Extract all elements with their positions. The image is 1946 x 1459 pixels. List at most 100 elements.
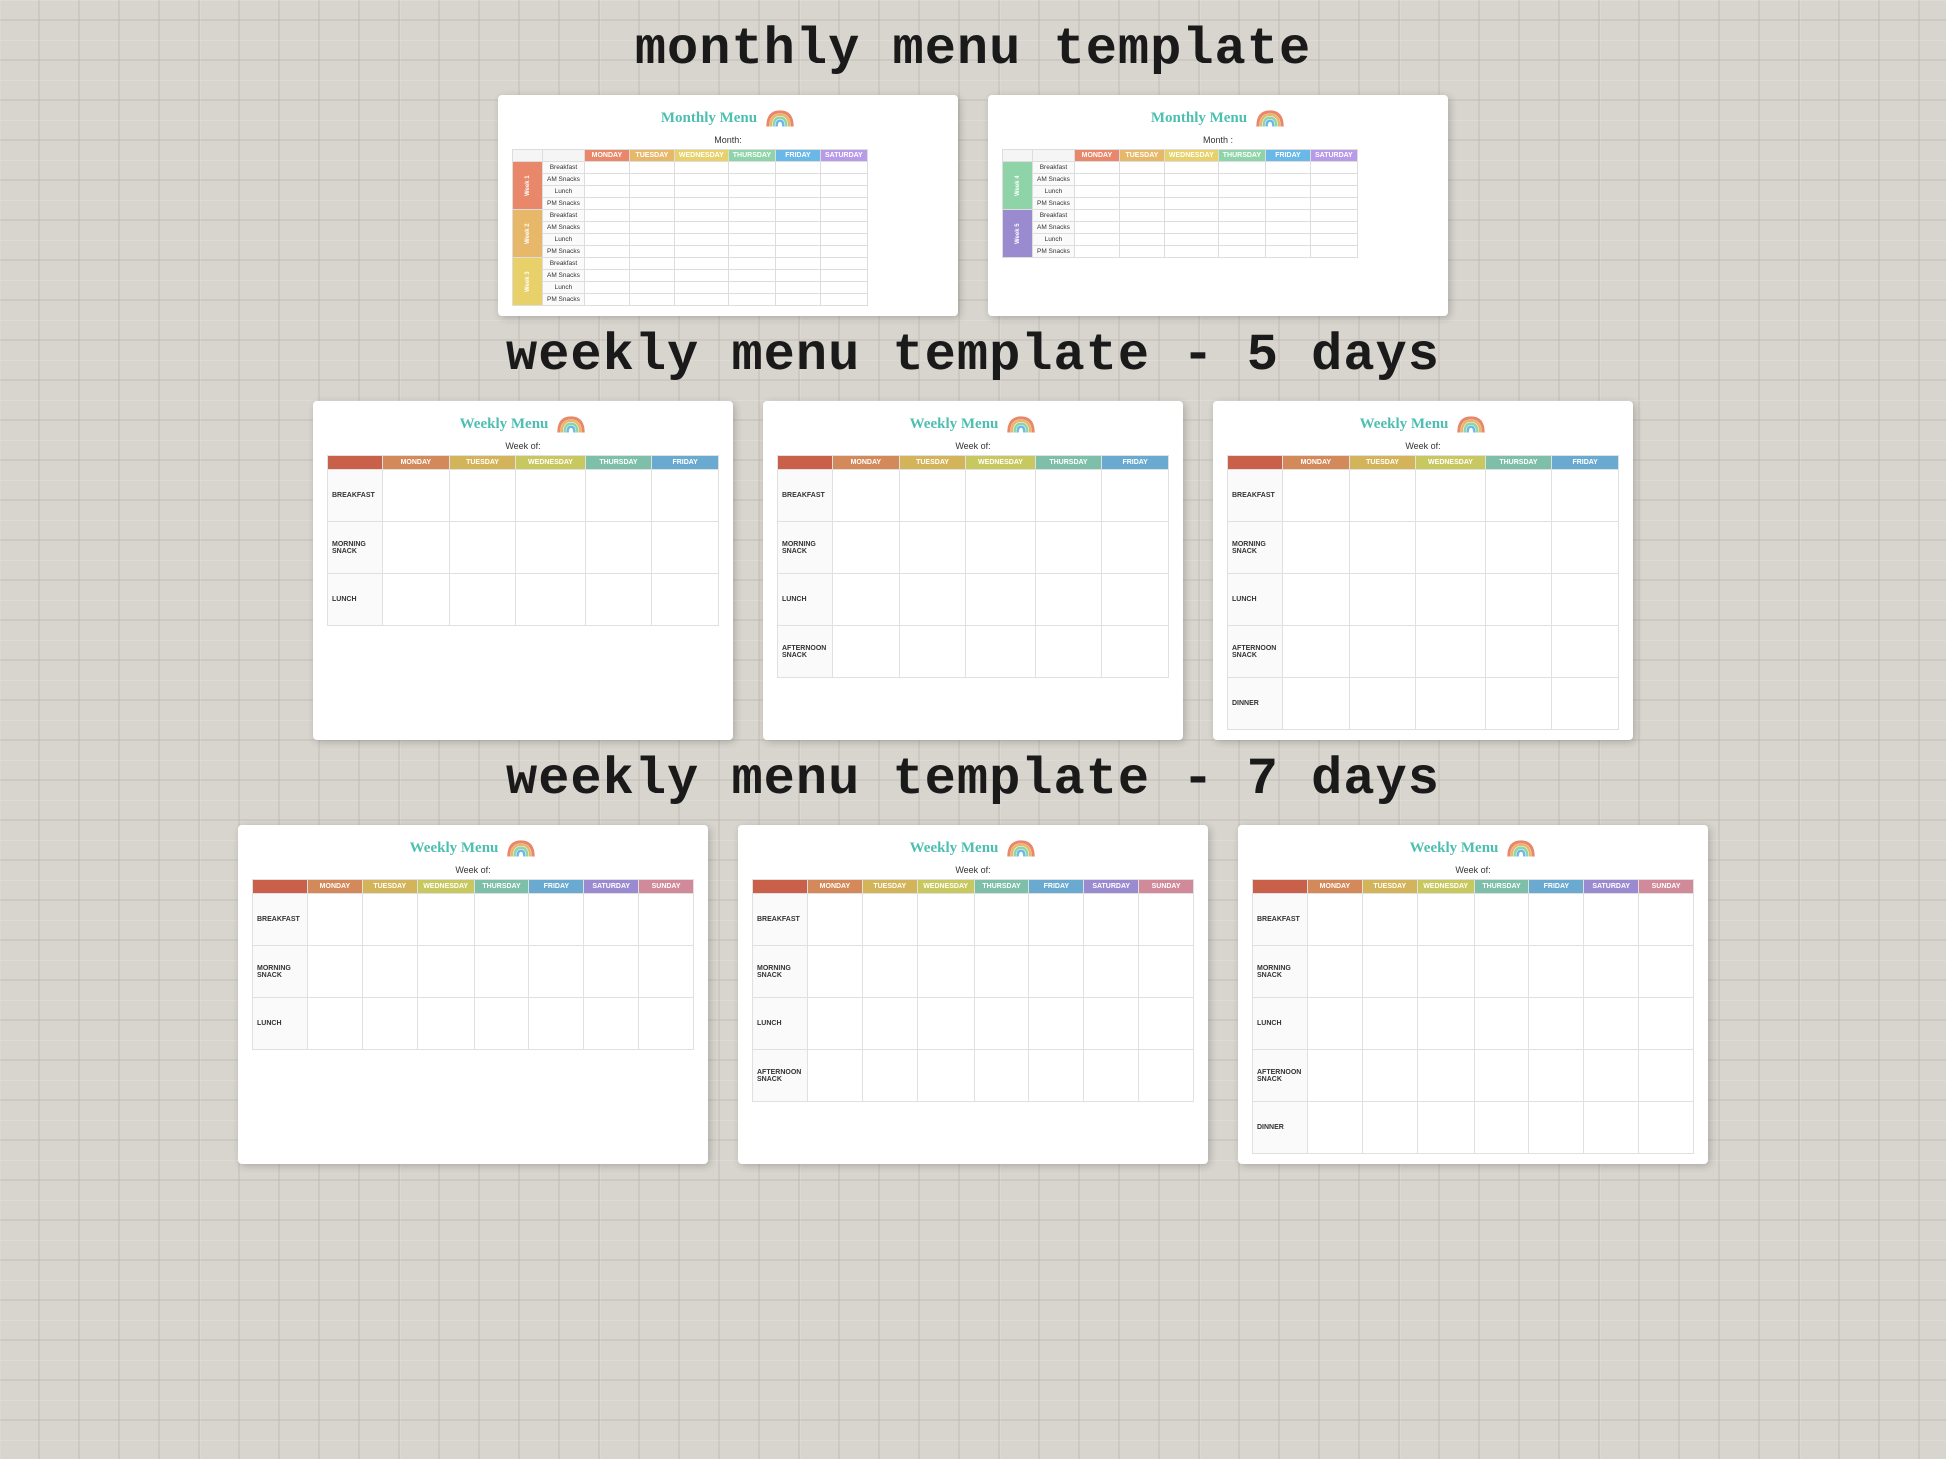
wt1-col-wed: WEDNESDAY — [516, 456, 585, 470]
weekly5-card-3: Weekly Menu Week of: MONDAY TUESD — [1213, 401, 1633, 740]
weekly5-card1-title: Weekly Menu — [460, 416, 549, 433]
w7t3-lunch: LUNCH — [1253, 998, 1308, 1050]
weekly7-title: weekly menu template - 7 days — [40, 750, 1906, 809]
monthly-card1-month-label: Month: — [512, 135, 944, 145]
weekly7-table-2: MONDAY TUESDAY WEDNESDAY THURSDAY FRIDAY… — [752, 879, 1194, 1102]
w7t1-col-wed: WEDNESDAY — [417, 880, 474, 894]
monthly-card-2: Monthly Menu Month : MONDAY — [988, 95, 1448, 316]
weekly5-title: weekly menu template - 5 days — [40, 326, 1906, 385]
w7t3-col-fri: FRIDAY — [1529, 880, 1584, 894]
wt2-col-empty — [778, 456, 833, 470]
wt2-col-tue: TUESDAY — [899, 456, 966, 470]
wt2-col-fri: FRIDAY — [1102, 456, 1169, 470]
weekly7-card1-weekof: Week of: — [252, 865, 694, 875]
col-friday-2: FRIDAY — [1266, 150, 1311, 162]
col-friday-1: FRIDAY — [776, 150, 821, 162]
wt3-col-wed: WEDNESDAY — [1416, 456, 1485, 470]
section-weekly7: weekly menu template - 7 days Weekly Men… — [40, 750, 1906, 1174]
w7t1-col-empty — [253, 880, 308, 894]
wt3-col-thu: THURSDAY — [1485, 456, 1552, 470]
wt1-breakfast: BREAKFAST — [328, 470, 383, 522]
w7t1-col-mon: MONDAY — [308, 880, 363, 894]
w7t2-col-tue: TUESDAY — [862, 880, 917, 894]
wt3-col-fri: FRIDAY — [1552, 456, 1619, 470]
weekly7-card1-title: Weekly Menu — [410, 840, 499, 857]
wt2-afternoon-snack: AFTERNOONSNACK — [778, 626, 833, 678]
w7t3-afternoon-snack: AFTERNOONSNACK — [1253, 1050, 1308, 1102]
monthly-title: monthly menu template — [40, 20, 1906, 79]
w7t2-col-wed: WEDNESDAY — [917, 880, 974, 894]
wt2-breakfast: BREAKFAST — [778, 470, 833, 522]
w7t1-breakfast: BREAKFAST — [253, 894, 308, 946]
wt1-col-fri: FRIDAY — [652, 456, 719, 470]
weekly5-table-3: MONDAY TUESDAY WEDNESDAY THURSDAY FRIDAY… — [1227, 455, 1619, 730]
section-weekly5: weekly menu template - 5 days Weekly Men… — [40, 326, 1906, 750]
weekly7-card3-title-row: Weekly Menu — [1252, 837, 1694, 859]
w7t2-breakfast: BREAKFAST — [753, 894, 808, 946]
weekly5-card-1: Weekly Menu Week of: MONDAY TUESD — [313, 401, 733, 740]
weekly5-card1-title-row: Weekly Menu — [327, 413, 719, 435]
w7t2-col-fri: FRIDAY — [1029, 880, 1084, 894]
weekly5-card2-title-row: Weekly Menu — [777, 413, 1169, 435]
week2-label: Week 2 — [513, 210, 543, 258]
weekly5-table-1: MONDAY TUESDAY WEDNESDAY THURSDAY FRIDAY… — [327, 455, 719, 626]
rainbow-icon-6 — [506, 837, 536, 859]
rainbow-icon-5 — [1456, 413, 1486, 435]
w7t2-col-empty — [753, 880, 808, 894]
w7t3-col-mon: MONDAY — [1308, 880, 1363, 894]
col-thursday-2: THURSDAY — [1218, 150, 1265, 162]
wt2-morning-snack: MORNINGSNACK — [778, 522, 833, 574]
monthly-card1-title: Monthly Menu — [661, 110, 757, 127]
weekly7-card2-title-row: Weekly Menu — [752, 837, 1194, 859]
rainbow-icon-8 — [1506, 837, 1536, 859]
wt1-lunch: LUNCH — [328, 574, 383, 626]
w7t3-col-wed: WEDNESDAY — [1417, 880, 1474, 894]
meal-breakfast-w2: Breakfast — [543, 210, 585, 222]
col-tuesday-2: TUESDAY — [1119, 150, 1164, 162]
rainbow-icon-2 — [1255, 107, 1285, 129]
w7t1-lunch: LUNCH — [253, 998, 308, 1050]
wt2-lunch: LUNCH — [778, 574, 833, 626]
weekly7-card1-title-row: Weekly Menu — [252, 837, 694, 859]
wt2-col-wed: WEDNESDAY — [966, 456, 1035, 470]
w7t2-col-mon: MONDAY — [808, 880, 863, 894]
w7t3-morning-snack: MORNINGSNACK — [1253, 946, 1308, 998]
w7t3-breakfast: BREAKFAST — [1253, 894, 1308, 946]
w7t1-col-tue: TUESDAY — [362, 880, 417, 894]
weekly5-card3-weekof: Week of: — [1227, 441, 1619, 451]
week4-label: Week 4 — [1003, 162, 1033, 210]
col-tuesday-1: TUESDAY — [629, 150, 674, 162]
weekly7-card3-title: Weekly Menu — [1410, 840, 1499, 857]
meal-breakfast-w1: Breakfast — [543, 162, 585, 174]
w7t3-col-empty — [1253, 880, 1308, 894]
wt3-dinner: DINNER — [1228, 678, 1283, 730]
wt2-col-mon: MONDAY — [833, 456, 900, 470]
w7t1-col-sat: SATURDAY — [584, 880, 639, 894]
section-monthly: monthly menu template Monthly Menu Month… — [40, 20, 1906, 326]
weekly5-cards-row: Weekly Menu Week of: MONDAY TUESD — [40, 401, 1906, 740]
weekly7-card-1: Weekly Menu Week of: MONDAY TUESD — [238, 825, 708, 1164]
weekly7-card-3: Weekly Menu Week of: MONDAY TUESD — [1238, 825, 1708, 1164]
monthly-cards-row: Monthly Menu Month: MONDAY — [40, 95, 1906, 316]
w7t3-col-sat: SATURDAY — [1584, 880, 1639, 894]
wt1-morning-snack: MORNINGSNACK — [328, 522, 383, 574]
wt3-lunch: LUNCH — [1228, 574, 1283, 626]
w7t2-col-sun: SUNDAY — [1139, 880, 1194, 894]
w7t2-afternoon-snack: AFTERNOONSNACK — [753, 1050, 808, 1102]
w7t3-dinner: DINNER — [1253, 1102, 1308, 1154]
weekly7-cards-row: Weekly Menu Week of: MONDAY TUESD — [40, 825, 1906, 1164]
meal-amsnack-w1: AM Snacks — [543, 174, 585, 186]
w7t2-morning-snack: MORNINGSNACK — [753, 946, 808, 998]
w7t3-col-tue: TUESDAY — [1362, 880, 1417, 894]
w7t1-col-fri: FRIDAY — [529, 880, 584, 894]
w7t2-lunch: LUNCH — [753, 998, 808, 1050]
w7t2-col-sat: SATURDAY — [1084, 880, 1139, 894]
weekly5-card-2: Weekly Menu Week of: MONDAY TUESD — [763, 401, 1183, 740]
wt1-col-tue: TUESDAY — [449, 456, 516, 470]
monthly-card2-month-label: Month : — [1002, 135, 1434, 145]
rainbow-icon-1 — [765, 107, 795, 129]
wt3-afternoon-snack: AFTERNOONSNACK — [1228, 626, 1283, 678]
wt1-col-empty — [328, 456, 383, 470]
monthly-table-2: MONDAY TUESDAY WEDNESDAY THURSDAY FRIDAY… — [1002, 149, 1358, 258]
weekly7-card2-weekof: Week of: — [752, 865, 1194, 875]
